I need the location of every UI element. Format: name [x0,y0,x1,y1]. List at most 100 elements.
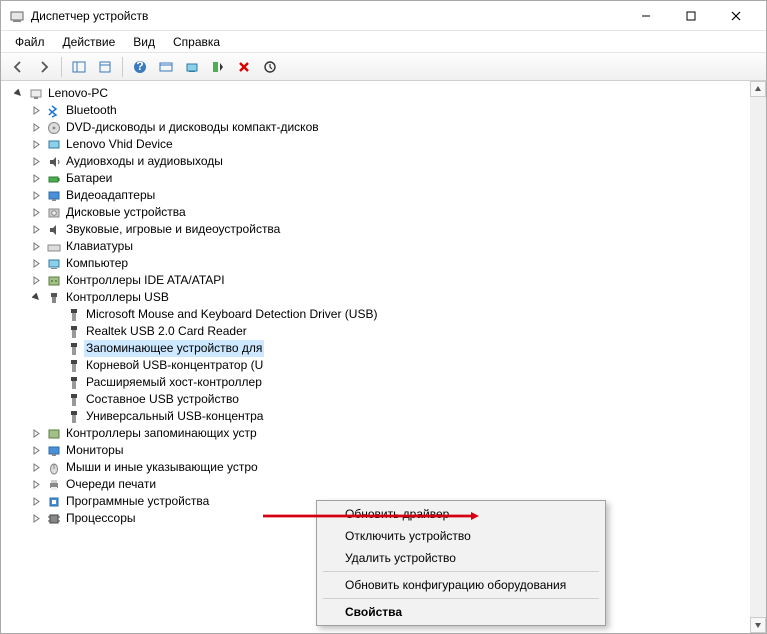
tree-label: Контроллеры запоминающих устр [64,425,259,442]
tree-category[interactable]: Аудиовходы и аудиовыходы [7,153,766,170]
tree-label: Мыши и иные указывающие устро [64,459,260,476]
tree-label: Realtek USB 2.0 Card Reader [84,323,249,340]
tree-category[interactable]: Мыши и иные указывающие устро [7,459,766,476]
expand-icon[interactable] [29,257,43,271]
context-menu-item[interactable]: Удалить устройство [319,547,603,569]
battery-icon [45,171,62,187]
forward-button[interactable] [32,55,56,79]
tree-label: Звуковые, игровые и видеоустройства [64,221,282,238]
tree-device[interactable]: Универсальный USB-концентра [7,408,766,425]
usb-device-icon [65,358,82,374]
tree-label: Процессоры [64,510,138,527]
window-title: Диспетчер устройств [31,9,623,23]
titlebar: Диспетчер устройств [1,1,766,31]
tree-category[interactable]: Lenovo Vhid Device [7,136,766,153]
audio-icon [45,154,62,170]
usb-device-icon [65,392,82,408]
context-menu-separator [323,598,599,599]
vertical-scrollbar[interactable] [750,81,766,633]
tree-label: Универсальный USB-концентра [84,408,265,425]
tree-category[interactable]: Звуковые, игровые и видеоустройства [7,221,766,238]
svg-text:?: ? [136,60,143,73]
expand-icon[interactable] [29,138,43,152]
tree-root-node[interactable]: Lenovo-PC [7,85,766,102]
tree-category[interactable]: Контроллеры IDE ATA/ATAPI [7,272,766,289]
menu-view[interactable]: Вид [125,33,163,51]
help-button[interactable]: ? [128,55,152,79]
usb-icon [45,290,62,306]
tree-device[interactable]: Расширяемый хост-контроллер [7,374,766,391]
tree-label: Lenovo-PC [46,85,110,102]
collapse-icon[interactable] [29,291,43,305]
expand-icon[interactable] [29,495,43,509]
expand-icon[interactable] [29,274,43,288]
properties-button[interactable] [93,55,117,79]
expand-icon[interactable] [29,512,43,526]
expand-icon[interactable] [29,223,43,237]
tree-category[interactable]: Очереди печати [7,476,766,493]
expand-icon[interactable] [29,172,43,186]
minimize-button[interactable] [623,2,668,30]
expand-icon[interactable] [29,104,43,118]
update-driver-button[interactable] [180,55,204,79]
tree-category[interactable]: Bluetooth [7,102,766,119]
expand-icon[interactable] [29,461,43,475]
tree-label: Запоминающее устройство для [84,340,264,357]
tree-category[interactable]: Батареи [7,170,766,187]
maximize-button[interactable] [668,2,713,30]
scroll-up-button[interactable] [750,81,766,97]
show-hide-tree-button[interactable] [67,55,91,79]
tree-device[interactable]: Корневой USB-концентратор (U [7,357,766,374]
tree-category[interactable]: Компьютер [7,255,766,272]
cpu-icon [45,511,62,527]
expand-icon[interactable] [29,155,43,169]
tree-device[interactable]: Microsoft Mouse and Keyboard Detection D… [7,306,766,323]
menu-action[interactable]: Действие [55,33,124,51]
context-menu-item[interactable]: Обновить конфигурацию оборудования [319,574,603,596]
menu-help[interactable]: Справка [165,33,228,51]
close-button[interactable] [713,2,758,30]
tree-device[interactable]: Запоминающее устройство для [7,340,766,357]
scroll-down-button[interactable] [750,617,766,633]
usb-device-icon [65,324,82,340]
expand-icon[interactable] [29,189,43,203]
scan-hardware-button[interactable] [154,55,178,79]
disable-button[interactable] [232,55,256,79]
expand-icon[interactable] [29,240,43,254]
expand-icon[interactable] [29,121,43,135]
context-menu-item[interactable]: Обновить драйвер [319,503,603,525]
context-menu-item[interactable]: Свойства [319,601,603,623]
context-menu-item[interactable]: Отключить устройство [319,525,603,547]
expand-icon[interactable] [29,206,43,220]
collapse-icon[interactable] [11,87,25,101]
tree-label: Дисковые устройства [64,204,188,221]
tree-label: Мониторы [64,442,125,459]
keyboard-icon [45,239,62,255]
tree-device[interactable]: Составное USB устройство [7,391,766,408]
tree-category[interactable]: Видеоадаптеры [7,187,766,204]
tree-category[interactable]: Дисковые устройства [7,204,766,221]
tree-label: Клавиатуры [64,238,135,255]
window-controls [623,2,758,30]
expand-icon[interactable] [29,427,43,441]
tree-category[interactable]: DVD-дисководы и дисководы компакт-дисков [7,119,766,136]
usb-device-icon [65,341,82,357]
tree-category[interactable]: Клавиатуры [7,238,766,255]
bluetooth-icon [45,103,62,119]
usb-device-icon [65,375,82,391]
tree-label: Microsoft Mouse and Keyboard Detection D… [84,306,379,323]
tree-label: Видеоадаптеры [64,187,157,204]
usb-device-icon [65,409,82,425]
tree-device[interactable]: Realtek USB 2.0 Card Reader [7,323,766,340]
tree-category[interactable]: Контроллеры запоминающих устр [7,425,766,442]
expand-icon[interactable] [29,478,43,492]
tree-category-usb[interactable]: Контроллеры USB [7,289,766,306]
uninstall-button[interactable] [206,55,230,79]
expand-icon[interactable] [29,444,43,458]
device-tree[interactable]: Lenovo-PC Bluetooth DVD-дисководы и диск… [1,81,766,633]
app-icon [9,8,25,24]
enable-button[interactable] [258,55,282,79]
menu-file[interactable]: Файл [7,33,53,51]
back-button[interactable] [6,55,30,79]
tree-category[interactable]: Мониторы [7,442,766,459]
